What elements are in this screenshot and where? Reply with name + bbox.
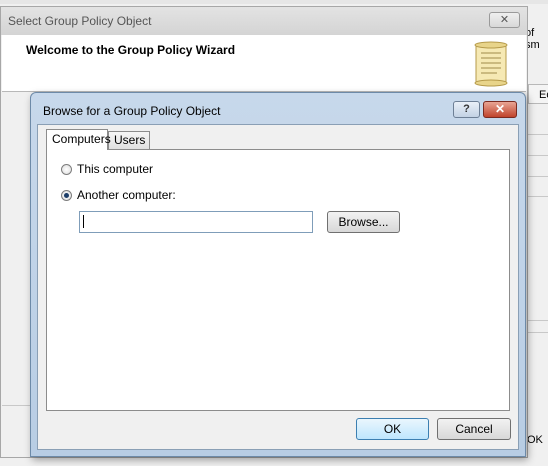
wizard-heading: Welcome to the Group Policy Wizard	[26, 43, 236, 57]
computer-name-input[interactable]	[79, 211, 313, 233]
help-button[interactable]: ?	[453, 101, 480, 118]
wizard-title: Select Group Policy Object	[8, 14, 152, 28]
wizard-header-panel: Welcome to the Group Policy Wizard	[2, 35, 526, 92]
browse-close-button[interactable]: ✕	[483, 101, 517, 118]
ok-button[interactable]: OK	[356, 418, 429, 440]
help-icon: ?	[463, 103, 470, 115]
this-computer-option[interactable]: This computer	[61, 161, 153, 177]
scroll-icon	[474, 41, 508, 87]
wizard-title-bar[interactable]: Select Group Policy Object ✕	[1, 7, 527, 35]
another-computer-option[interactable]: Another computer:	[61, 187, 176, 203]
computers-tab-panel: This computer Another computer: Browse..…	[46, 149, 510, 411]
background-row-divider	[527, 196, 548, 197]
another-computer-label[interactable]: Another computer:	[77, 188, 176, 202]
text-caret	[83, 215, 84, 228]
background-edit-button[interactable]: Ec	[528, 84, 548, 104]
background-title-strip	[0, 0, 548, 4]
this-computer-radio[interactable]	[61, 163, 72, 175]
cancel-button[interactable]: Cancel	[437, 418, 511, 440]
background-row-divider	[527, 176, 548, 177]
background-row-divider	[527, 155, 548, 156]
background-row-divider	[527, 332, 548, 333]
tab-computers[interactable]: Computers	[46, 129, 111, 150]
browse-gpo-dialog: Browse for a Group Policy Object ? ✕ Com…	[30, 92, 526, 457]
background-row-divider	[527, 134, 548, 135]
background-text-fragment: of sm	[525, 27, 540, 51]
another-computer-radio[interactable]	[61, 189, 72, 201]
tab-users[interactable]: Users	[108, 131, 150, 149]
this-computer-label[interactable]: This computer	[77, 162, 153, 176]
browse-dialog-body: Computers Users This computer Another co…	[37, 124, 519, 450]
close-icon: ✕	[494, 102, 506, 116]
wizard-close-button[interactable]: ✕	[489, 12, 520, 28]
background-ok-button[interactable]: OK	[527, 434, 543, 446]
browse-dialog-title: Browse for a Group Policy Object	[43, 104, 221, 118]
close-icon: ✕	[499, 14, 510, 26]
browse-button[interactable]: Browse...	[327, 211, 400, 233]
background-row-divider	[527, 320, 548, 321]
